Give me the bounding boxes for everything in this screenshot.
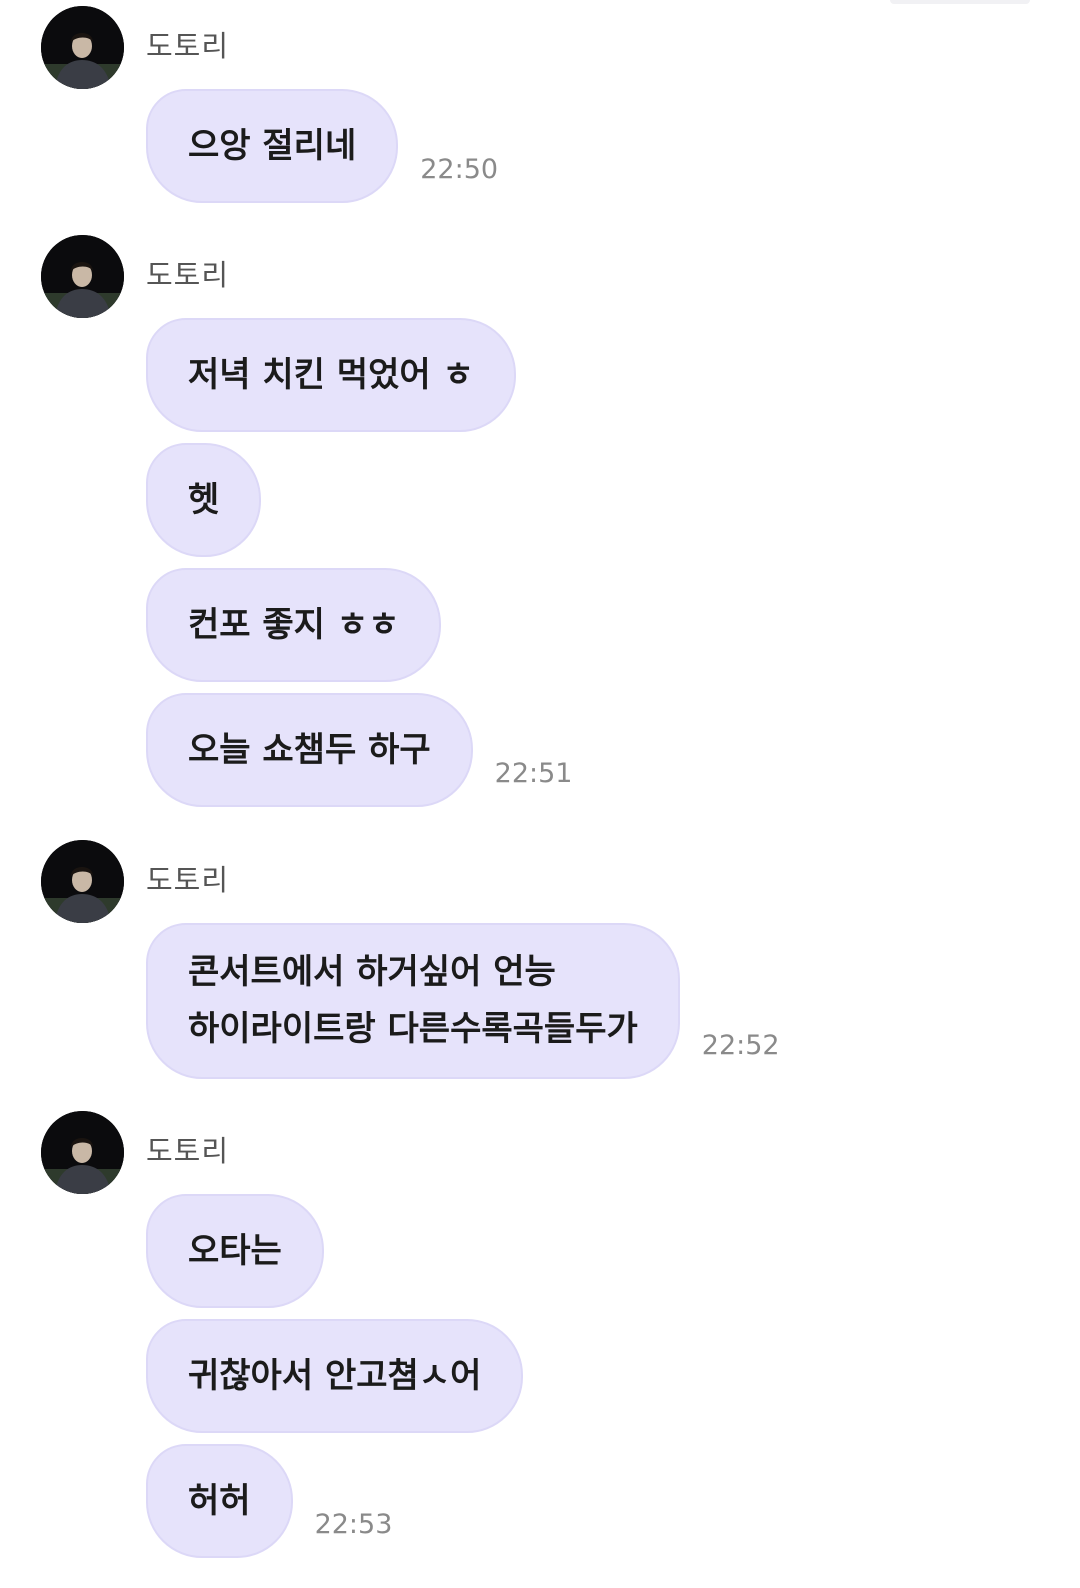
sender-name: 도토리 [146, 258, 230, 292]
message-row: 오타는 [146, 1194, 324, 1308]
message-bubble[interactable]: 귀찮아서 안고쳠ㅅ어 [146, 1319, 524, 1433]
avatar[interactable] [41, 1111, 124, 1194]
message-row: 컨포 좋지 ㅎㅎ [146, 568, 442, 682]
message-time: 22:50 [420, 154, 499, 185]
message-bubble[interactable]: 으앙 절리네 [146, 89, 399, 203]
message-row: 오늘 쇼챔두 하구 22:51 [146, 693, 572, 807]
profile-photo-icon [41, 840, 124, 923]
message-row: 콘서트에서 하거싶어 언능 하이라이트랑 다른수록곡들두가 22:52 [146, 923, 780, 1079]
message-bubble[interactable]: 컨포 좋지 ㅎㅎ [146, 568, 442, 682]
message-bubble[interactable]: 허허 [146, 1444, 293, 1558]
sender-name: 도토리 [146, 29, 230, 63]
profile-photo-icon [41, 235, 124, 318]
profile-photo-icon [41, 6, 124, 89]
sender-name: 도토리 [146, 863, 230, 897]
message-bubble[interactable]: 오늘 쇼챔두 하구 [146, 693, 473, 807]
message-bubble[interactable]: 콘서트에서 하거싶어 언능 하이라이트랑 다른수록곡들두가 [146, 923, 680, 1079]
profile-photo-icon [41, 1111, 124, 1194]
message-time: 22:52 [701, 1030, 780, 1061]
message-bubble[interactable]: 저녁 치킨 먹었어 ㅎ [146, 318, 516, 432]
avatar[interactable] [41, 235, 124, 318]
message-row: 허허 22:53 [146, 1444, 392, 1558]
top-edge-decoration [890, 0, 1030, 4]
message-row: 저녁 치킨 먹었어 ㅎ [146, 318, 516, 432]
avatar[interactable] [41, 840, 124, 923]
message-line: 하이라이트랑 다른수록곡들두가 [188, 1009, 638, 1049]
message-time: 22:51 [494, 758, 573, 789]
message-line: 콘서트에서 하거싶어 언능 [188, 952, 556, 992]
avatar[interactable] [41, 6, 124, 89]
message-row: 헷 [146, 443, 262, 557]
message-bubble[interactable]: 오타는 [146, 1194, 324, 1308]
message-time: 22:53 [314, 1509, 393, 1540]
message-row: 귀찮아서 안고쳠ㅅ어 [146, 1319, 524, 1433]
message-bubble[interactable]: 헷 [146, 443, 262, 557]
sender-name: 도토리 [146, 1134, 230, 1168]
message-row: 으앙 절리네 22:50 [146, 89, 498, 203]
